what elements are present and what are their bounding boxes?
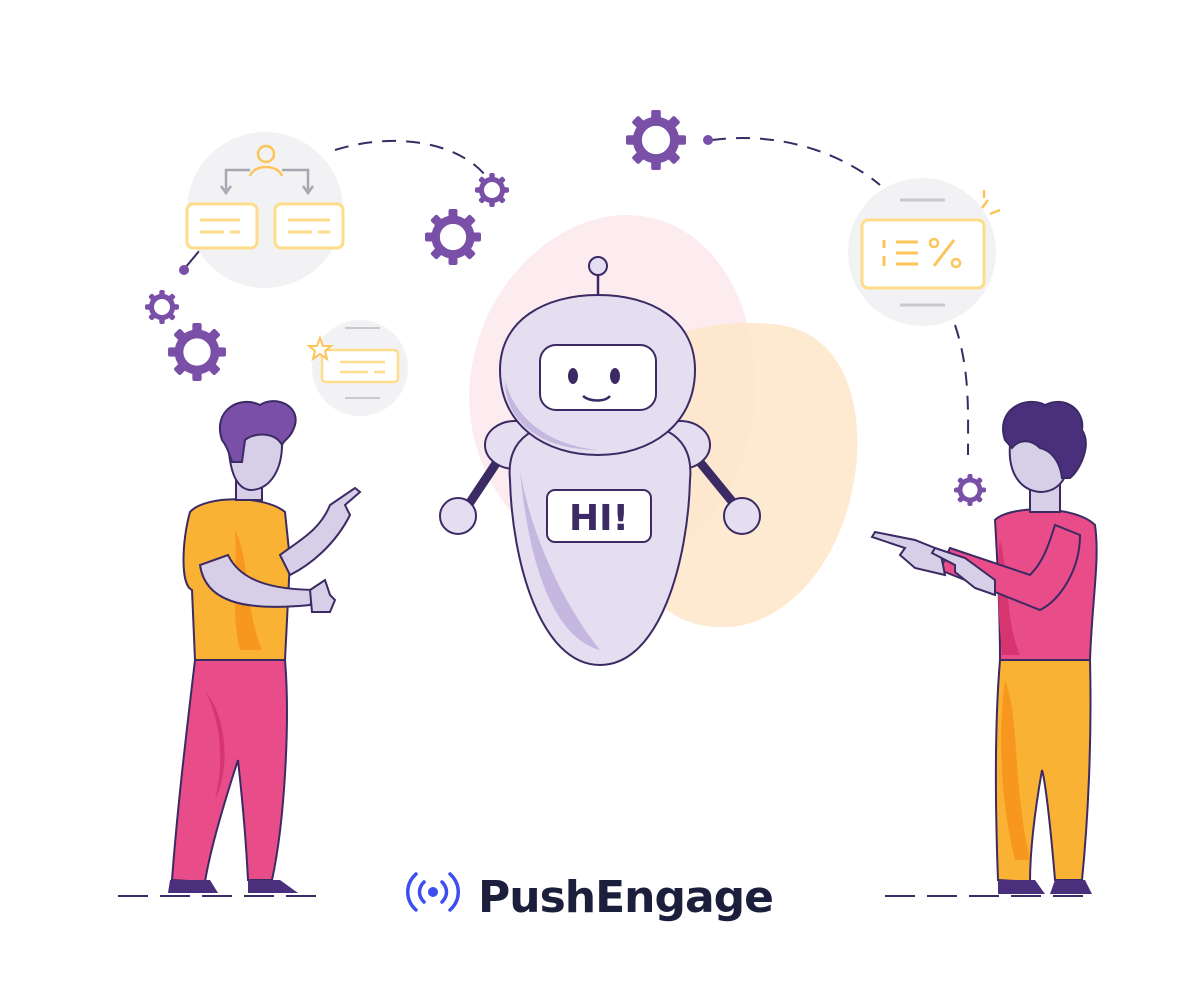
connector-dot — [179, 265, 189, 275]
robot-antenna — [588, 256, 608, 276]
rating-card-bubble — [306, 320, 408, 416]
gear-icon — [626, 110, 686, 170]
hand-left-thumb — [308, 578, 337, 613]
pants-left — [170, 659, 288, 884]
robot-right-eye — [610, 368, 620, 384]
robot-left-eye — [568, 368, 578, 384]
person-right — [870, 400, 1098, 897]
robot-left-hand — [439, 497, 477, 535]
chatbot-illustration: HI! — [118, 110, 1098, 912]
offer-bubble — [848, 178, 1001, 326]
brand-name: PushEngage — [478, 871, 774, 923]
gear-icon — [168, 323, 226, 381]
person-left — [118, 400, 362, 897]
robot-right-hand — [723, 497, 761, 535]
workflow-bubble — [185, 132, 345, 288]
gear-icon — [425, 209, 481, 265]
gear-icon — [954, 474, 986, 506]
connector-dot — [703, 135, 713, 145]
dashed-connector-down — [954, 324, 970, 456]
illustration-stage: HI! PushEngage — [0, 0, 1200, 1000]
dashed-connector-right — [711, 137, 881, 186]
gear-icon — [145, 290, 179, 324]
robot-chest-label: HI! — [569, 498, 629, 539]
connector-left-short — [184, 249, 201, 269]
gear-icon — [475, 173, 509, 207]
brand-wordmark: PushEngage — [400, 862, 774, 932]
dashed-connector-left — [334, 139, 486, 176]
